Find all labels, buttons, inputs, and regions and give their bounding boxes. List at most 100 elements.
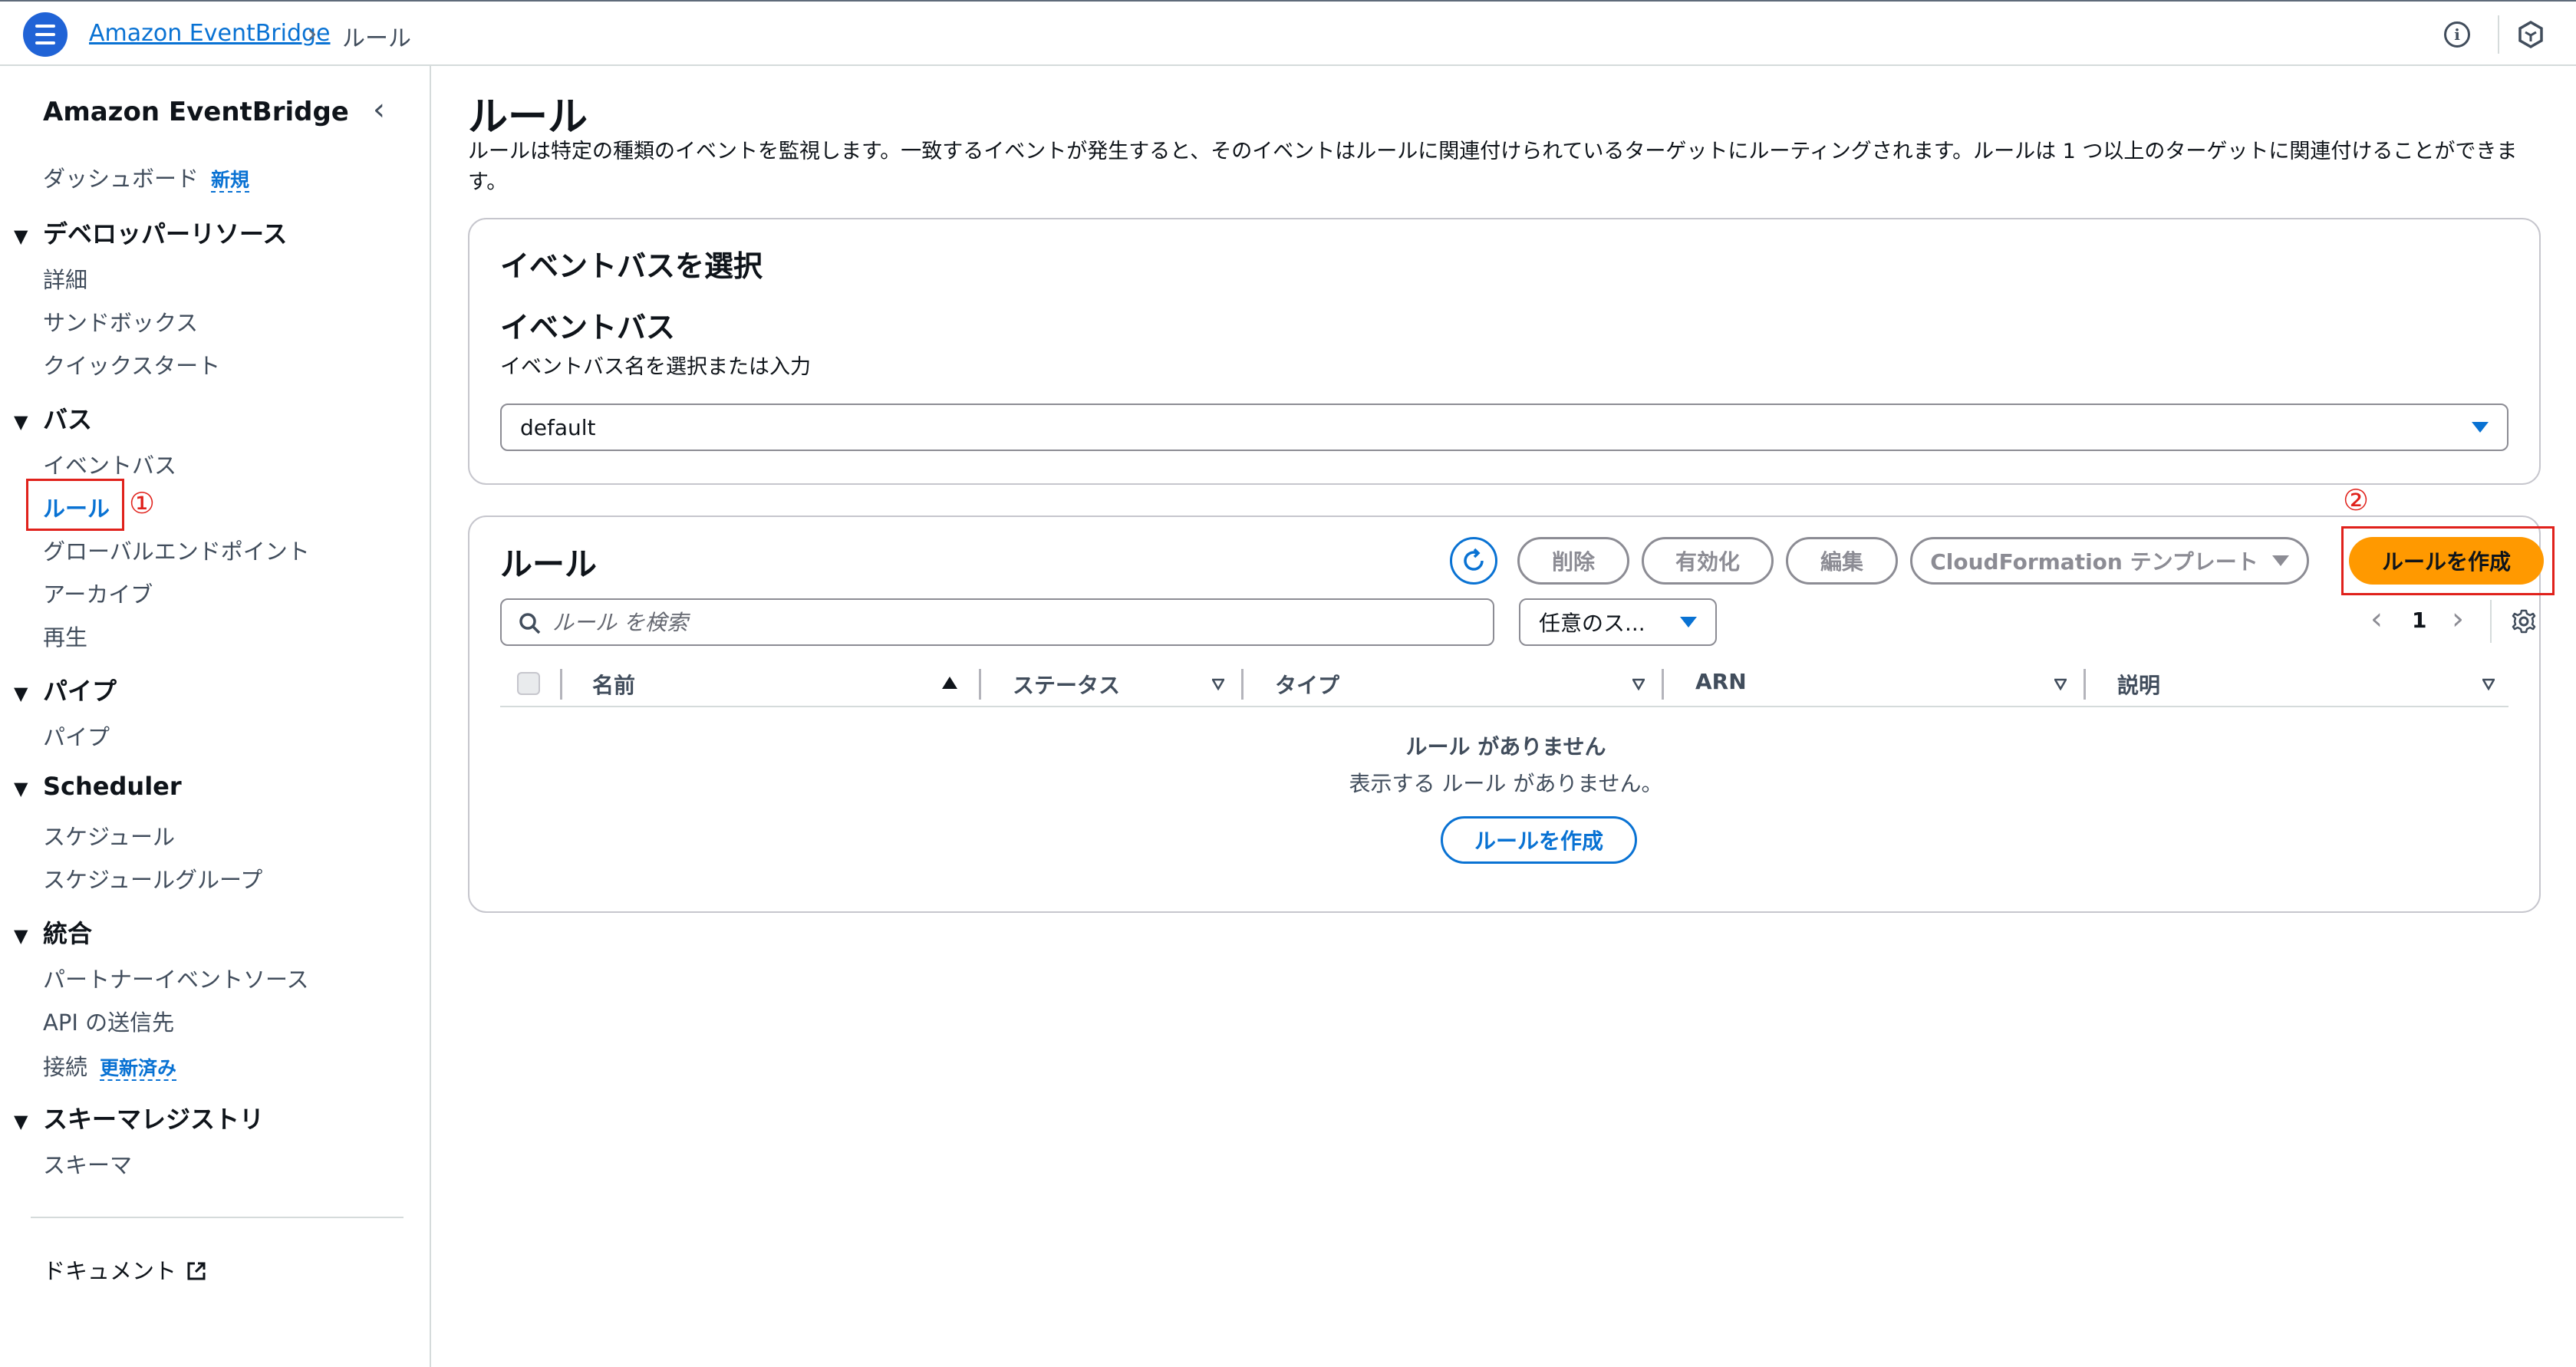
annotation-box-rules — [26, 479, 124, 531]
sidebar-item-details[interactable]: 詳細 — [43, 262, 87, 295]
info-icon[interactable]: i — [2444, 21, 2470, 48]
rules-panel-heading: ルール — [500, 545, 598, 583]
rules-search-field[interactable] — [500, 598, 1494, 646]
refresh-button[interactable] — [1450, 537, 1497, 585]
external-link-icon — [187, 1262, 206, 1280]
side-navigation: Amazon EventBridge ‹ ダッシュボード 新規 ▼ デベロッパーリソ… — [0, 66, 431, 1367]
sidebar-section-schema-registry[interactable]: ▼ スキーマレジストリ — [14, 1100, 264, 1135]
gear-icon[interactable] — [2510, 608, 2538, 635]
caret-down-icon — [2271, 555, 2289, 566]
pagination-divider — [2490, 600, 2492, 643]
column-separator — [979, 669, 981, 700]
search-icon — [519, 613, 541, 634]
event-bus-panel-heading: イベントバスを選択 — [500, 249, 763, 283]
breadcrumb-current: ルール — [342, 25, 411, 52]
sidebar-section-pipes[interactable]: ▼ パイプ — [14, 672, 117, 707]
expand-triangle-icon: ▼ — [14, 778, 28, 799]
rules-panel: ルール 削除 有効化 編集 CloudFormation テンプレート ルールを… — [468, 483, 2555, 913]
cloudformation-template-label: CloudFormation テンプレート — [1930, 549, 2258, 575]
sidebar-item-schemas[interactable]: スキーマ — [43, 1148, 132, 1180]
sidebar-title: Amazon EventBridge — [43, 97, 349, 127]
expand-triangle-icon: ▼ — [14, 683, 28, 704]
sort-icon[interactable] — [2482, 678, 2495, 690]
sidebar-item-dashboard[interactable]: ダッシュボード 新規 — [43, 161, 250, 193]
sidebar-item-label: ダッシュボード — [43, 166, 199, 192]
sidebar-item-event-buses[interactable]: イベントバス — [43, 448, 176, 480]
event-bus-select[interactable]: default — [500, 404, 2508, 451]
sidebar-item-connections[interactable]: 接続 更新済み — [43, 1049, 177, 1082]
refresh-icon — [1464, 548, 1484, 571]
caret-down-icon — [2472, 422, 2489, 433]
column-header-status[interactable]: ステータス — [1013, 669, 1120, 700]
sidebar-divider — [31, 1217, 404, 1218]
empty-state-subtitle: 表示する ルール がありません。 — [1349, 771, 1663, 796]
pagination-prev-icon[interactable]: ‹ — [2370, 601, 2383, 637]
hexagon-icon[interactable] — [2516, 20, 2545, 49]
sidebar-item-archives[interactable]: アーカイブ — [43, 577, 153, 609]
sidebar-item-global-endpoints[interactable]: グローバルエンドポイント — [43, 534, 310, 566]
cloudformation-template-dropdown[interactable]: CloudFormation テンプレート — [1910, 537, 2309, 585]
sidebar-item-label: ドキュメント — [43, 1258, 177, 1284]
updated-badge[interactable]: 更新済み — [100, 1057, 177, 1081]
sidebar-section-buses[interactable]: ▼ バス — [14, 400, 92, 436]
pagination-next-icon[interactable]: › — [2452, 601, 2464, 637]
expand-triangle-icon: ▼ — [14, 411, 28, 433]
rules-search-input[interactable] — [552, 609, 1493, 635]
column-separator — [1662, 669, 1664, 700]
sidebar-item-api-destinations[interactable]: API の送信先 — [43, 1005, 174, 1037]
expand-triangle-icon: ▼ — [14, 1111, 28, 1132]
event-bus-select-value: default — [520, 414, 596, 440]
rules-table-header: 名前 ステータス タイプ ARN 説明 — [500, 663, 2508, 707]
column-header-name[interactable]: 名前 — [592, 669, 635, 700]
annotation-number-1: ① — [129, 486, 156, 520]
expand-triangle-icon: ▼ — [14, 925, 28, 947]
status-filter-value: 任意のス... — [1539, 611, 1645, 636]
sidebar-section-scheduler[interactable]: ▼ Scheduler — [14, 772, 182, 801]
new-badge[interactable]: 新規 — [211, 169, 250, 193]
column-separator — [560, 669, 562, 700]
collapse-sidebar-icon[interactable]: ‹ — [373, 92, 385, 127]
sidebar-item-partner-event-sources[interactable]: パートナーイベントソース — [43, 962, 309, 994]
sidebar-item-replays[interactable]: 再生 — [43, 620, 87, 652]
edit-button[interactable]: 編集 — [1786, 537, 1898, 585]
sort-icon[interactable] — [2054, 678, 2067, 690]
sidebar-item-quickstart[interactable]: クイックスタート — [43, 348, 220, 380]
sidebar-item-schedules[interactable]: スケジュール — [43, 819, 175, 851]
expand-triangle-icon: ▼ — [14, 226, 28, 247]
delete-button[interactable]: 削除 — [1517, 537, 1629, 585]
empty-state-title: ルール がありません — [1405, 734, 1606, 759]
breadcrumb-separator-icon: › — [307, 18, 318, 49]
sidebar-section-integration[interactable]: ▼ 統合 — [14, 914, 92, 950]
main-content: ルール ルールは特定の種類のイベントを監視します。一致するイベントが発生すると、… — [433, 66, 2576, 1367]
empty-state-create-rule-button[interactable]: ルールを作成 — [1441, 816, 1637, 864]
select-all-checkbox[interactable] — [517, 672, 540, 695]
pagination-current-page[interactable]: 1 — [2412, 608, 2426, 633]
sidebar-item-schedule-groups[interactable]: スケジュールグループ — [43, 862, 262, 894]
header-divider — [2498, 15, 2499, 54]
column-separator — [1241, 669, 1244, 700]
column-header-arn[interactable]: ARN — [1695, 669, 1747, 694]
sidebar-item-documentation[interactable]: ドキュメント — [43, 1253, 207, 1286]
sort-icon[interactable] — [1632, 678, 1645, 690]
column-separator — [2084, 669, 2086, 700]
event-bus-field-label: イベントバス — [500, 311, 676, 344]
column-header-description[interactable]: 説明 — [2117, 669, 2160, 700]
enable-button[interactable]: 有効化 — [1642, 537, 1774, 585]
status-filter-select[interactable]: 任意のス... — [1519, 598, 1717, 646]
caret-down-icon — [1680, 617, 1697, 628]
breadcrumb-service-link[interactable]: Amazon EventBridge — [89, 20, 331, 47]
sidebar-item-pipes[interactable]: パイプ — [43, 720, 110, 752]
sidebar-section-developer-resources[interactable]: ▼ デベロッパーリソース — [14, 215, 287, 250]
column-header-type[interactable]: タイプ — [1275, 669, 1339, 700]
event-bus-panel: イベントバスを選択 イベントバス イベントバス名を選択または入力 default — [468, 218, 2541, 485]
sidebar-item-label: 接続 — [43, 1054, 88, 1080]
annotation-number-2: ② — [2343, 483, 2370, 517]
sidebar-item-sandbox[interactable]: サンドボックス — [43, 305, 198, 338]
menu-icon[interactable] — [23, 12, 68, 57]
sort-ascending-icon[interactable] — [942, 677, 957, 689]
annotation-box-create-rule — [2341, 526, 2555, 595]
page-description: ルールは特定の種類のイベントを監視します。一致するイベントが発生すると、そのイベ… — [468, 140, 2518, 194]
page-title: ルール — [468, 94, 588, 140]
top-navigation-bar: Amazon EventBridge › ルール i — [0, 0, 2576, 66]
sort-icon[interactable] — [1212, 678, 1224, 690]
